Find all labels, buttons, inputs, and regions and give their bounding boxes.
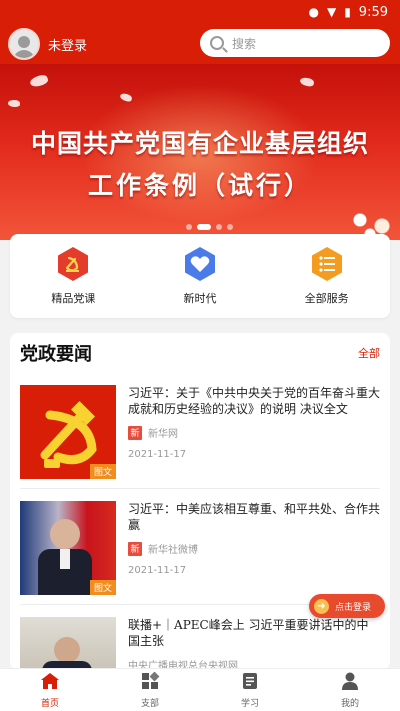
bottom-tab-bar: 首页 支部 学习 我的 [0,668,400,711]
login-float-button[interactable]: ➜ 点击登录 [309,594,385,618]
source-badge: 新 [128,541,142,556]
heart-icon [182,246,218,282]
carousel-dot-active[interactable] [197,224,211,230]
arrow-right-icon: ➜ [314,598,329,614]
news-section: 党政要闻 全部 图文 习近平：关于《中共中央关于党的百年奋斗重大成就和历史经验的… [10,333,390,670]
tab-label: 首页 [40,698,59,709]
news-thumbnail: 图文 [20,385,116,479]
status-time: 9:59 [358,4,388,20]
tab-branch[interactable]: 支部 [110,671,190,709]
source-name: 新华网 [148,429,178,440]
carousel-dot[interactable] [216,224,222,230]
service-new-era[interactable]: 新时代 [150,246,250,306]
list-icon [309,246,345,282]
tab-profile[interactable]: 我的 [310,672,390,709]
tab-home[interactable]: 首页 [10,672,90,709]
source-name: 新华社微博 [148,545,198,556]
carousel-dot[interactable] [227,224,233,230]
news-tag: 图文 [89,464,116,479]
news-title: 习近平：关于《中共中央关于党的百年奋斗重大成就和历史经验的决议》的说明 决议全文 [128,386,381,416]
profile-icon [340,672,360,694]
news-thumbnail: 图文 [20,501,116,595]
study-icon [240,672,260,694]
carousel-dot[interactable] [186,224,192,230]
search-icon [210,36,224,50]
tab-label: 支部 [140,698,159,709]
app-header: 未登录 搜索 [0,24,400,64]
party-emblem-icon [55,246,91,282]
home-icon [40,672,60,694]
news-thumbnail [20,617,116,670]
service-label: 新时代 [183,292,217,305]
service-all[interactable]: 全部服务 [277,246,377,306]
section-title: 党政要闻 [20,344,92,365]
news-header: 党政要闻 全部 [10,333,390,373]
banner-carousel[interactable]: 中国共产党国有企业基层组织 工作条例（试行） [0,64,400,240]
news-item[interactable]: 图文 习近平：中美应该相互尊重、和平共处、合作共赢 新 新华社微博 2021-1… [20,489,380,605]
news-source: 新 新华网 [128,425,178,440]
news-source: 新 新华社微博 [128,541,198,556]
banner-title-line2: 工作条例（试行） [87,171,312,200]
news-item[interactable]: 图文 习近平：关于《中共中央关于党的百年奋斗重大成就和历史经验的决议》的说明 决… [20,373,380,489]
news-tag: 图文 [89,580,116,595]
login-button-label: 点击登录 [335,602,372,613]
tab-label: 我的 [340,698,359,709]
tab-label: 学习 [240,698,259,709]
news-date: 2021-11-17 [128,449,187,460]
carousel-indicator [186,224,233,230]
status-bar: ● ▼ ▮ 9:59 [0,0,400,24]
avatar[interactable] [8,28,40,60]
dove-icon [28,73,50,89]
search-input[interactable]: 搜索 [200,29,390,57]
battery-icon: ▮ [344,5,351,19]
view-all-link[interactable]: 全部 [358,345,380,361]
service-party-course[interactable]: 精品党课 [23,246,123,306]
tab-study[interactable]: 学习 [210,672,290,709]
wifi-icon: ▼ [326,5,337,19]
news-date: 2021-11-17 [128,565,187,576]
source-badge: 新 [128,425,142,440]
service-label: 精品党课 [51,292,96,305]
banner-title-line1: 中国共产党国有企业基层组织 [30,129,369,158]
search-placeholder: 搜索 [232,36,257,51]
dove-icon [8,100,20,107]
location-icon: ● [308,5,319,19]
login-status-text[interactable]: 未登录 [48,35,87,54]
dove-icon [299,76,315,88]
branch-icon [140,671,160,694]
service-grid: 精品党课 新时代 全部服务 [10,234,390,318]
service-label: 全部服务 [304,292,349,305]
news-title: 习近平：中美应该相互尊重、和平共处、合作共赢 [128,502,381,532]
news-title: 联播+｜APEC峰会上 习近平重要讲话中的中国主张 [128,618,369,648]
